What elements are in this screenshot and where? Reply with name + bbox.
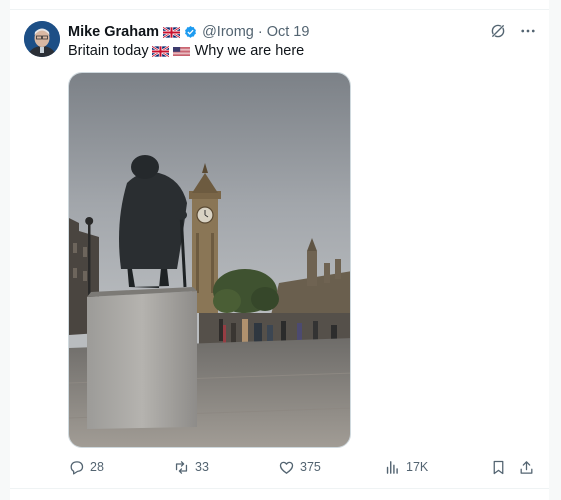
uk-flag-icon	[163, 26, 181, 38]
tweet-top-actions	[489, 22, 537, 40]
tweet-date[interactable]: Oct 19	[267, 23, 310, 41]
tweet-text: Britain today Why we are here	[68, 42, 304, 60]
header-separator: ·	[257, 24, 263, 40]
bottom-divider	[10, 488, 549, 489]
repost-count: 33	[195, 460, 209, 474]
tweet-header: Mike Graham @Iromg · Oct 19	[68, 23, 309, 41]
like-count: 375	[300, 460, 321, 474]
tweet-card[interactable]: Mike Graham @Iromg · Oct 19 Britain toda…	[10, 10, 549, 488]
us-flag-icon	[172, 46, 190, 56]
analytics-icon	[386, 460, 398, 474]
heart-icon	[279, 461, 294, 474]
bookmark-icon	[493, 460, 504, 474]
reply-count: 28	[90, 460, 104, 474]
tweet-action-bar: 28 33 375 17K	[68, 457, 538, 477]
more-options-icon[interactable]	[519, 22, 537, 40]
reply-icon	[70, 460, 84, 475]
author-name[interactable]: Mike Graham	[68, 23, 159, 41]
avatar[interactable]	[24, 21, 60, 57]
repost-button[interactable]: 33	[173, 457, 209, 477]
tweet-text-part2: Why we are here	[194, 43, 305, 59]
bookmark-button[interactable]	[490, 457, 512, 477]
repost-icon	[175, 460, 188, 474]
left-gutter	[0, 0, 10, 500]
views-button[interactable]: 17K	[384, 457, 428, 477]
tweet-text-part1: Britain today	[68, 43, 149, 59]
reply-button[interactable]: 28	[68, 457, 104, 477]
tweet-photo[interactable]	[68, 72, 351, 448]
grok-icon[interactable]	[489, 22, 507, 40]
like-button[interactable]: 375	[278, 457, 321, 477]
view-count: 17K	[406, 460, 429, 474]
author-handle[interactable]: @Iromg	[202, 23, 254, 41]
verified-badge-icon	[185, 25, 197, 38]
share-icon	[520, 460, 533, 474]
uk-flag-icon	[151, 45, 169, 57]
share-button[interactable]	[518, 457, 540, 477]
right-gutter	[549, 0, 561, 500]
